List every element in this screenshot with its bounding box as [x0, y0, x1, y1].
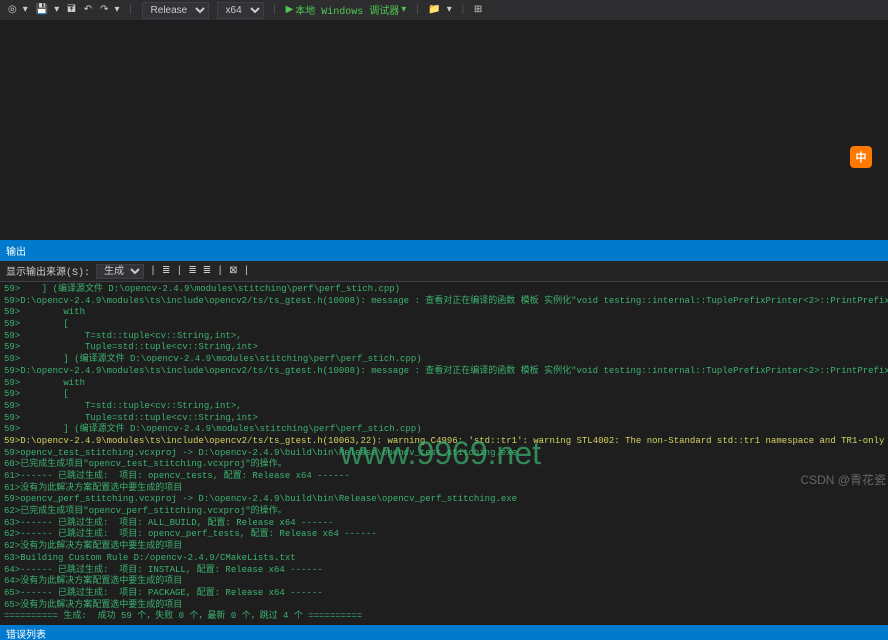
main-toolbar: ◎ ▾ 💾 ▾ 🖬 ↶ ↷ ▾ | Release x64 | ▶ 本地 Win…	[0, 0, 888, 20]
output-tool-1[interactable]: | ≣ | ≣ ≣ | ⊠ |	[150, 265, 250, 277]
start-debug-button[interactable]: ▶ 本地 Windows 调试器 ▾	[286, 2, 407, 18]
output-titlebar[interactable]: 输出 ▾ 📌 ✕	[0, 241, 888, 261]
redo-button[interactable]: ↷ ▾	[100, 4, 119, 16]
output-toolbar: 显示输出来源(S): 生成 | ≣ | ≣ ≣ | ⊠ |	[0, 261, 888, 282]
nav-back-button[interactable]: ◎ ▾	[8, 4, 28, 16]
tool-button-2[interactable]: ⊞	[474, 4, 482, 16]
ime-badge: 中	[850, 146, 872, 168]
config-select[interactable]: Release	[142, 2, 209, 19]
output-panel: 输出 ▾ 📌 ✕ 显示输出来源(S): 生成 | ≣ | ≣ ≣ | ⊠ | 5…	[0, 240, 888, 640]
tool-button-1[interactable]: 📁 ▾	[428, 4, 451, 16]
undo-button[interactable]: ↶	[84, 4, 92, 16]
output-source-select[interactable]: 生成	[96, 264, 144, 279]
platform-select[interactable]: x64	[217, 2, 264, 19]
editor-area[interactable]	[0, 20, 888, 240]
save-button[interactable]: 💾 ▾	[36, 4, 59, 16]
save-all-button[interactable]: 🖬	[67, 2, 76, 19]
error-list-tab[interactable]: 错误列表	[0, 625, 888, 640]
output-text[interactable]: 59> ] (编译源文件 D:\opencv-2.4.9\modules\sti…	[0, 282, 888, 625]
